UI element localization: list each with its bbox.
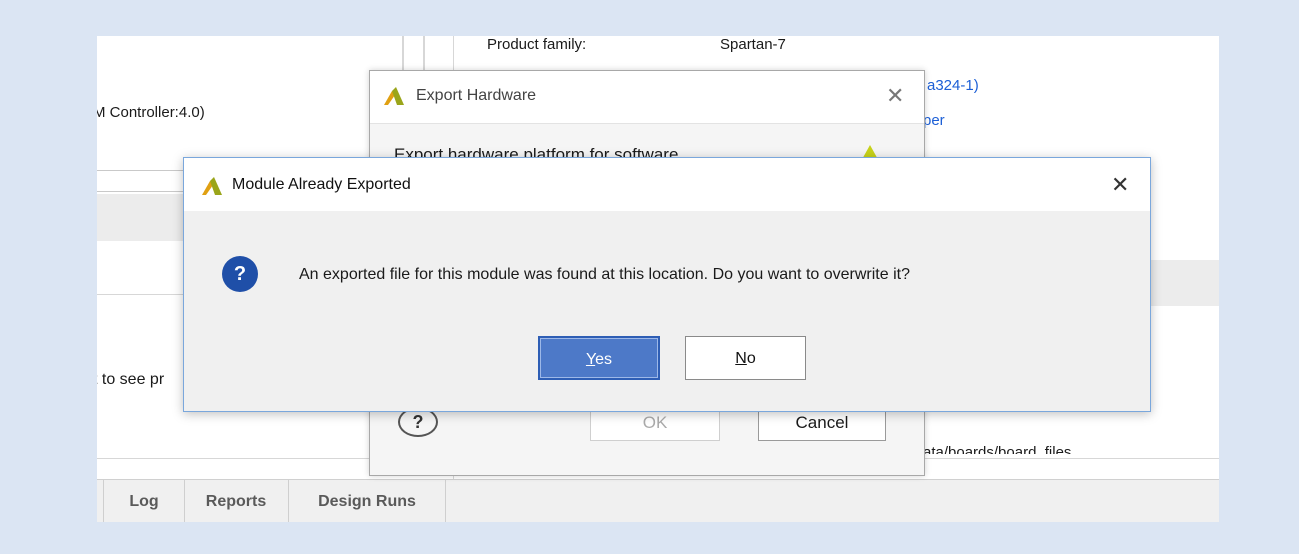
screen: { "background": { "product_family_label"… <box>0 0 1299 554</box>
close-icon[interactable]: ✕ <box>1111 174 1129 196</box>
product-family-label: Product family: <box>487 36 587 53</box>
vivado-logo-icon <box>384 87 404 105</box>
board-path-value: ata/boards/board_files <box>923 446 1071 454</box>
no-button[interactable]: No <box>685 336 806 380</box>
product-family-value: Spartan-7 <box>720 36 786 53</box>
module-dialog-message: An exported file for this module was fou… <box>299 266 910 283</box>
no-label: o <box>746 350 756 367</box>
export-hardware-title: Export Hardware <box>416 87 537 104</box>
yes-label: es <box>595 351 613 368</box>
tab-design-runs[interactable]: Design Runs <box>289 480 446 522</box>
left-input-field[interactable] <box>97 170 188 192</box>
yes-button[interactable]: Yes <box>538 336 660 380</box>
hint-text: t to see pr <box>97 371 165 388</box>
no-mnemonic: N <box>735 350 747 367</box>
ip-text: M Controller:4.0) <box>97 104 205 121</box>
yes-mnemonic: Y <box>585 351 596 368</box>
export-hardware-titlebar: Export Hardware ✕ <box>370 71 924 124</box>
close-icon[interactable]: ✕ <box>886 85 904 107</box>
bottom-tab-bar: Log Reports Design Runs <box>97 479 1219 522</box>
vivado-logo-icon <box>202 177 222 195</box>
board-link[interactable]: per <box>923 112 945 129</box>
tab-reports[interactable]: Reports <box>184 480 289 522</box>
module-already-exported-dialog: Module Already Exported ✕ ? An exported … <box>183 157 1151 412</box>
module-dialog-title: Module Already Exported <box>232 176 411 193</box>
module-dialog-titlebar: Module Already Exported ✕ <box>184 158 1150 211</box>
part-link[interactable]: a324-1) <box>927 77 979 94</box>
tab-log[interactable]: Log <box>103 480 185 522</box>
board-path-text: ata/boards/board_files <box>923 446 1071 454</box>
question-icon: ? <box>222 256 258 292</box>
